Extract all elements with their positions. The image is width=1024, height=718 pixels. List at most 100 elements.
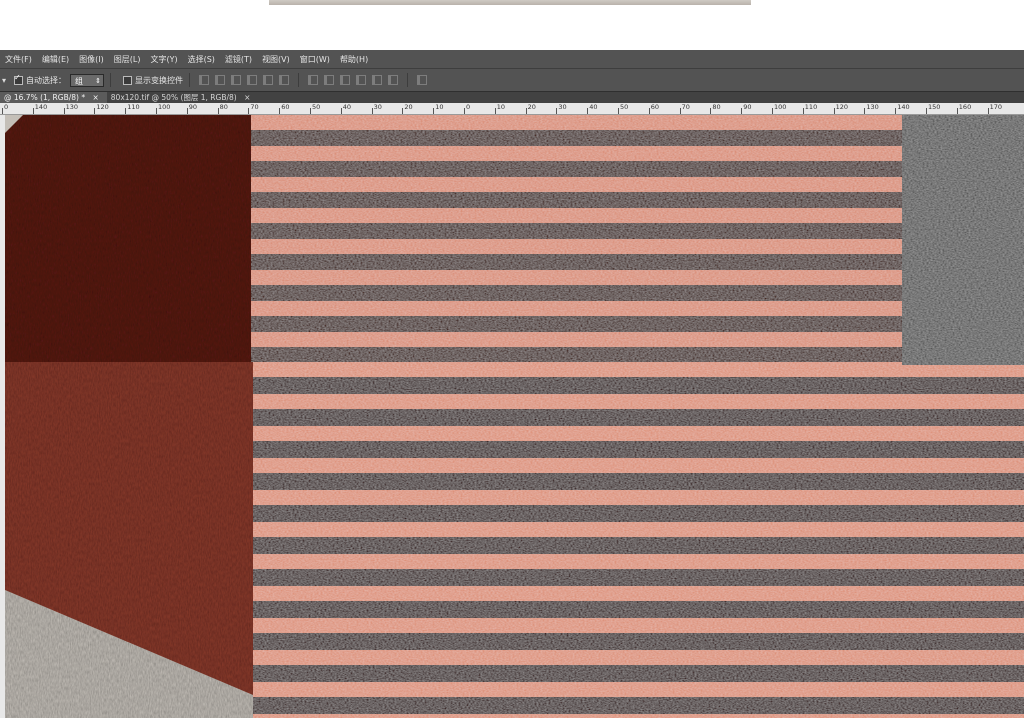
ruler-tick [464, 108, 465, 114]
distribute-right-icon[interactable] [388, 75, 398, 85]
ruler-tick [833, 108, 835, 114]
ruler-label: 30 [373, 103, 382, 111]
ruler-label: 30 [558, 103, 567, 111]
artwork [5, 115, 1024, 718]
ruler-label: 100 [158, 103, 171, 111]
horizontal-ruler[interactable]: 0 140 130 120 110 100 90 80 70 60 50 40 30 20 10 0 10 20 3… [0, 103, 1024, 115]
ruler-tick [926, 108, 927, 114]
ruler-label: 10 [496, 103, 506, 111]
ruler-label: 40 [589, 103, 598, 111]
ruler-label: 60 [281, 103, 290, 111]
ruler-tick [895, 108, 897, 114]
stripe-panel-lower [253, 362, 909, 718]
auto-select-checkbox[interactable] [14, 73, 23, 85]
stripe-panel-right [907, 365, 1024, 718]
align-left-icon[interactable] [247, 75, 257, 85]
distribute-bottom-icon[interactable] [340, 75, 350, 85]
ruler-tick [63, 108, 65, 114]
ruler-tick [402, 108, 404, 114]
document-tab-label: 80x120.tif @ 50% (图层 1, RGB/8) [110, 93, 237, 102]
ruler-tick [679, 108, 681, 114]
menu-file[interactable]: 文件(F) [0, 54, 37, 65]
document-tab-label: @ 16.7% (1, RGB/8) * [4, 93, 86, 102]
menu-select[interactable]: 选择(S) [183, 54, 220, 65]
ruler-label: 40 [342, 103, 352, 111]
ruler-tick [710, 108, 712, 114]
ruler-label: 20 [404, 103, 413, 111]
ruler-label: 110 [127, 103, 140, 111]
menu-view[interactable]: 视图(V) [257, 54, 295, 65]
ruler-tick [556, 108, 558, 114]
menu-layer[interactable]: 图层(L) [109, 54, 146, 65]
divider [189, 73, 190, 87]
ruler-tick [802, 108, 804, 114]
menu-filter[interactable]: 滤镜(T) [220, 54, 257, 65]
align-bottom-icon[interactable] [231, 75, 241, 85]
ruler-label: 140 [34, 103, 48, 111]
ruler-tick [648, 108, 650, 114]
ruler-label: 160 [958, 103, 972, 111]
close-icon[interactable]: × [92, 93, 98, 102]
divider [407, 73, 408, 87]
show-transform-label: 显示变换控件 [135, 75, 183, 85]
ruler-label: 0 [466, 103, 471, 111]
ruler-label: 90 [188, 103, 198, 111]
ruler-label: 120 [835, 103, 849, 111]
ruler-tick [32, 108, 34, 114]
ruler-tick [248, 108, 250, 114]
ruler-tick [2, 108, 3, 114]
menu-help[interactable]: 帮助(H) [335, 54, 373, 65]
ruler-label: 50 [620, 103, 629, 111]
ruler-label: 60 [650, 103, 660, 111]
ruler-tick [217, 108, 219, 114]
ruler-tick [310, 108, 311, 114]
align-vcenter-icon[interactable] [215, 75, 225, 85]
auto-select-label: 自动选择： [26, 75, 66, 85]
divider [298, 73, 299, 87]
ruler-label: 80 [219, 103, 228, 111]
tool-preset-chevron-icon[interactable]: ▾ [2, 76, 8, 85]
align-top-icon[interactable] [199, 75, 209, 85]
ruler-tick [618, 108, 619, 114]
ruler-label: 0 [4, 103, 9, 111]
stripe-panel-upper [251, 115, 902, 362]
menu-image[interactable]: 图像(I) [74, 54, 109, 65]
document-tab-active[interactable]: @ 16.7% (1, RGB/8) * × [0, 92, 107, 103]
document-tab-bar: @ 16.7% (1, RGB/8) * × 80x120.tif @ 50% … [0, 92, 1024, 103]
divider [110, 73, 111, 87]
close-icon[interactable]: × [244, 93, 250, 102]
menu-edit[interactable]: 编辑(E) [37, 54, 74, 65]
align-hcenter-icon[interactable] [263, 75, 273, 85]
artwork-preview-strip [269, 0, 751, 5]
ruler-label: 110 [804, 103, 818, 111]
menu-type[interactable]: 文字(Y) [145, 54, 182, 65]
options-bar: ▾ 自动选择： 组 显示变换控件 [0, 69, 1024, 92]
document-canvas[interactable] [5, 115, 1024, 718]
ruler-label: 140 [897, 103, 910, 111]
ruler-tick [156, 108, 157, 114]
ruler-label: 90 [743, 103, 752, 111]
distribute-left-icon[interactable] [356, 75, 366, 85]
ruler-tick [433, 108, 435, 114]
ruler-label: 50 [312, 103, 321, 111]
ruler-tick [186, 108, 188, 114]
document-tab[interactable]: 80x120.tif @ 50% (图层 1, RGB/8) × [107, 92, 259, 103]
distribute-vcenter-icon[interactable] [324, 75, 334, 85]
distribute-top-icon[interactable] [308, 75, 318, 85]
ruler-tick [340, 108, 342, 114]
ruler-tick [987, 108, 989, 114]
show-transform-checkbox[interactable] [123, 75, 132, 85]
ruler-tick [525, 108, 527, 114]
gray-tile [902, 115, 1024, 365]
ruler-tick [279, 108, 281, 114]
auto-select-dropdown[interactable]: 组 [70, 73, 104, 88]
align-right-icon[interactable] [279, 75, 289, 85]
ruler-tick [125, 108, 127, 114]
ruler-label: 70 [250, 103, 259, 111]
menu-window[interactable]: 窗口(W) [295, 54, 335, 65]
ruler-tick [494, 108, 496, 114]
auto-align-layers-icon[interactable] [417, 75, 427, 85]
ruler-label: 20 [527, 103, 536, 111]
ruler-tick [864, 108, 866, 114]
distribute-hcenter-icon[interactable] [372, 75, 382, 85]
